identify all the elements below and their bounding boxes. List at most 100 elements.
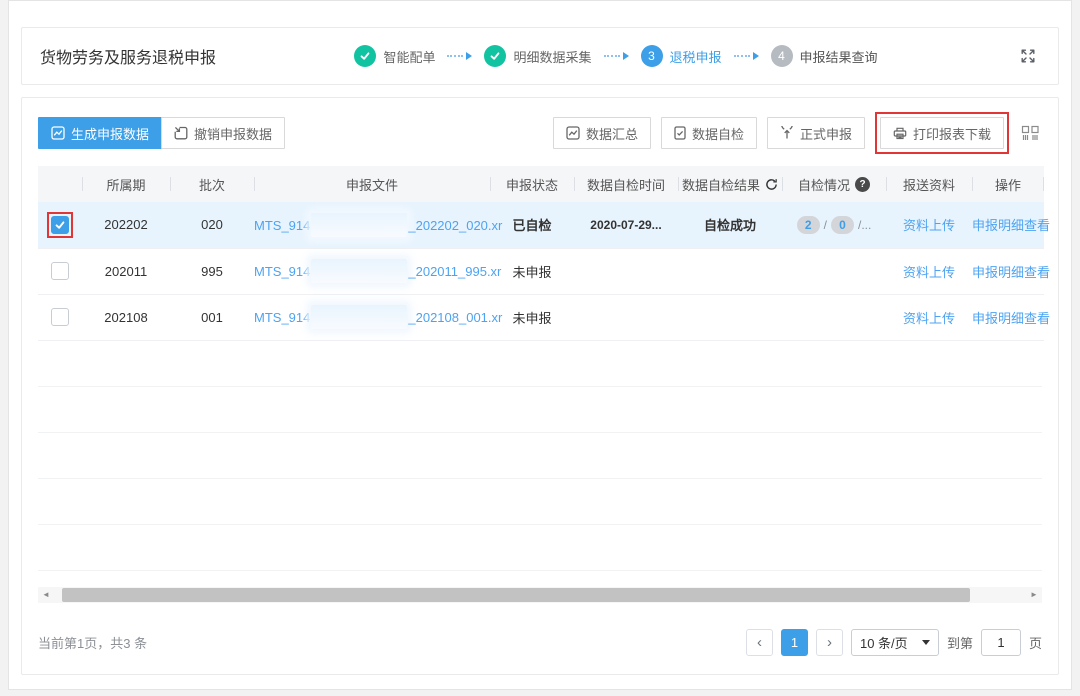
cancel-declaration-data-button[interactable]: 撤销申报数据: [161, 117, 285, 149]
step-connector-arrow: [604, 52, 629, 60]
material-upload-link[interactable]: 资料上传: [903, 218, 955, 233]
step-smart-matching[interactable]: 智能配单: [354, 45, 435, 67]
declaration-table: 所属期 批次 申报文件 申报状态 数据自检时间 数据自检结果 自检情况: [38, 166, 1044, 341]
step-label: 退税申报: [670, 47, 722, 66]
header-submit-material: 报送资料: [886, 166, 972, 202]
printer-icon: [893, 127, 907, 140]
count-badge: 0: [831, 216, 854, 234]
header-declare-file: 申报文件: [254, 166, 490, 202]
cell-declare-file: MTS_914_202202_020.xr: [254, 202, 490, 248]
row-checkbox[interactable]: [51, 262, 69, 280]
step-declare-result-query[interactable]: 4 申报结果查询: [771, 45, 878, 67]
print-report-download-button[interactable]: 打印报表下载: [880, 117, 1004, 149]
chart-icon: [51, 126, 65, 140]
goto-page-input[interactable]: [981, 629, 1021, 656]
next-page-button[interactable]: ›: [816, 629, 843, 656]
header-period: 所属期: [82, 166, 170, 202]
scroll-left-arrow-icon[interactable]: ◄: [38, 587, 54, 603]
scroll-right-arrow-icon[interactable]: ►: [1026, 587, 1042, 603]
main-panel: 生成申报数据 撤销申报数据 数据汇总: [21, 97, 1059, 675]
app-window: 货物劳务及服务退税申报 智能配单 明细数据采集 3 退税申报: [8, 0, 1072, 690]
data-self-check-button[interactable]: 数据自检: [661, 117, 757, 149]
header-declare-status: 申报状态: [490, 166, 574, 202]
step-label: 智能配单: [383, 47, 435, 66]
cell-declare-file: MTS_914_202108_001.xr: [254, 294, 490, 340]
annotation-highlight-box: 打印报表下载: [875, 112, 1009, 154]
cell-declare-file: MTS_914_202011_995.xr: [254, 248, 490, 294]
cell-period: 202202: [82, 202, 170, 248]
header-check-result: 数据自检结果: [678, 166, 782, 202]
redacted-text-block: [311, 213, 407, 237]
cell-self-check-status: 2 / 0 /...: [782, 202, 886, 248]
header-batch: 批次: [170, 166, 254, 202]
chevron-down-icon: [922, 640, 930, 645]
cell-declare-status: 未申报: [490, 294, 574, 340]
upload-icon: [780, 126, 794, 140]
pagination: ‹ 1 › 10 条/页 到第 页: [746, 629, 1042, 656]
step-tax-refund-declare[interactable]: 3 退税申报: [641, 45, 722, 67]
toolbar: 生成申报数据 撤销申报数据 数据汇总: [38, 112, 1042, 154]
declare-detail-view-link[interactable]: 申报明细查看: [972, 218, 1050, 233]
header-actions: 操作: [972, 166, 1044, 202]
table-row[interactable]: 202011 995 MTS_914_202011_995.xr 未申报 资料上…: [38, 248, 1044, 294]
column-settings-icon[interactable]: [1019, 125, 1042, 141]
toolbar-right-group: 数据汇总 数据自检 正式申报: [553, 112, 1042, 154]
page-size-select[interactable]: 10 条/页: [851, 629, 939, 656]
row-checkbox[interactable]: [51, 308, 69, 326]
header-self-check-status: 自检情况 ?: [782, 166, 886, 202]
empty-table-rows: [38, 341, 1042, 571]
cell-declare-status: 未申报: [490, 248, 574, 294]
cell-period: 202011: [82, 248, 170, 294]
goto-page-unit: 页: [1029, 633, 1042, 652]
cell-declare-status: 已自检: [490, 202, 574, 248]
table-footer: 当前第1页，共3 条 ‹ 1 › 10 条/页 到第 页: [38, 629, 1042, 656]
material-upload-link[interactable]: 资料上传: [903, 311, 955, 326]
toolbar-left-group: 生成申报数据 撤销申报数据: [38, 117, 285, 149]
help-question-icon[interactable]: ?: [855, 177, 870, 192]
page-header: 货物劳务及服务退税申报 智能配单 明细数据采集 3 退税申报: [21, 27, 1059, 85]
table-row[interactable]: 202108 001 MTS_914_202108_001.xr 未申报 资料上…: [38, 294, 1044, 340]
page-number-button[interactable]: 1: [781, 629, 808, 656]
chart-icon: [566, 126, 580, 140]
declare-file-link[interactable]: MTS_914_202011_995.xr: [254, 264, 501, 279]
pagination-summary: 当前第1页，共3 条: [38, 633, 147, 652]
step-connector-arrow: [447, 52, 472, 60]
declare-detail-view-link[interactable]: 申报明细查看: [972, 311, 1050, 326]
check-circle-icon: [354, 45, 376, 67]
horizontal-scrollbar[interactable]: ◄ ►: [38, 587, 1042, 603]
step-label: 申报结果查询: [800, 47, 878, 66]
header-checkbox-col: [38, 166, 82, 202]
fullscreen-expand-icon[interactable]: [1016, 44, 1040, 68]
step-number-icon: 4: [771, 45, 793, 67]
declare-file-link[interactable]: MTS_914_202202_020.xr: [254, 218, 502, 233]
redacted-text-block: [311, 259, 407, 283]
goto-page-label: 到第: [947, 633, 973, 652]
step-connector-arrow: [734, 52, 759, 60]
table-row[interactable]: 202202 020 MTS_914_202202_020.xr 已自检 202…: [38, 202, 1044, 248]
refresh-icon[interactable]: [765, 178, 778, 191]
annotation-highlight-box: [47, 212, 73, 238]
header-check-time: 数据自检时间: [574, 166, 678, 202]
prev-page-button[interactable]: ‹: [746, 629, 773, 656]
row-checkbox[interactable]: [51, 216, 69, 234]
cell-batch: 001: [170, 294, 254, 340]
step-number-icon: 3: [641, 45, 663, 67]
cell-check-result: 自检成功: [678, 202, 782, 248]
undo-icon: [174, 126, 188, 140]
scrollbar-thumb[interactable]: [62, 588, 970, 602]
generate-declaration-data-button[interactable]: 生成申报数据: [38, 117, 162, 149]
step-detail-data-collection[interactable]: 明细数据采集: [484, 45, 591, 67]
document-check-icon: [674, 126, 686, 140]
declare-detail-view-link[interactable]: 申报明细查看: [972, 265, 1050, 280]
formal-declare-button[interactable]: 正式申报: [767, 117, 865, 149]
page-title: 货物劳务及服务退税申报: [40, 44, 216, 68]
step-indicator: 智能配单 明细数据采集 3 退税申报 4 申报结果查询: [216, 45, 1016, 67]
scrollbar-track[interactable]: [54, 587, 1026, 603]
step-label: 明细数据采集: [513, 47, 591, 66]
cell-batch: 020: [170, 202, 254, 248]
count-badge: 2: [797, 216, 820, 234]
declare-file-link[interactable]: MTS_914_202108_001.xr: [254, 310, 502, 325]
material-upload-link[interactable]: 资料上传: [903, 265, 955, 280]
redacted-text-block: [311, 305, 407, 329]
data-summary-button[interactable]: 数据汇总: [553, 117, 651, 149]
